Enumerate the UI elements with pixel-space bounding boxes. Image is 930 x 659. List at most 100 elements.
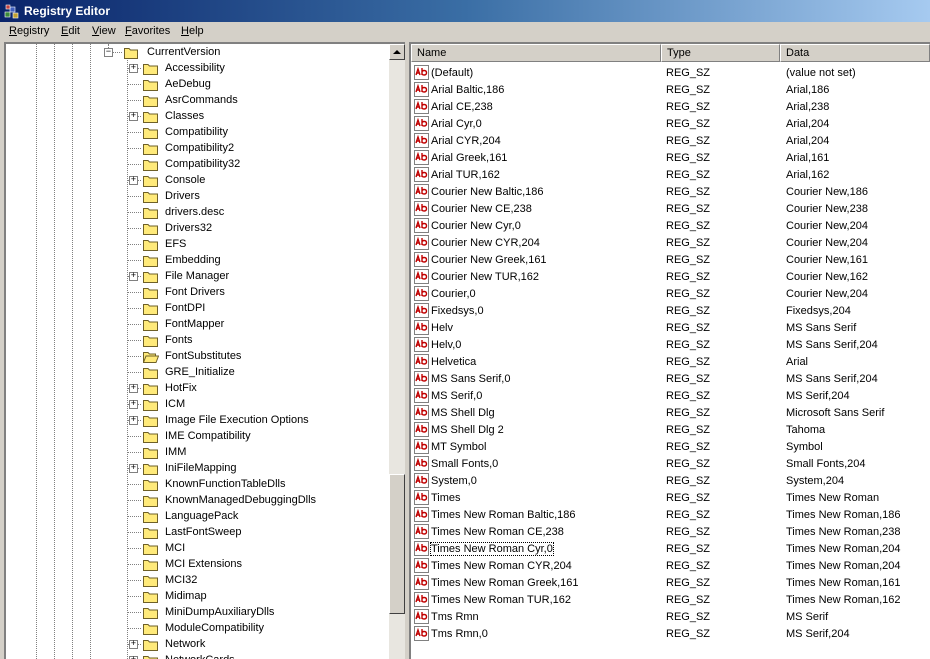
tree-item[interactable]: IMM	[6, 445, 389, 461]
values-list-pane[interactable]: Name Type Data (Default) REG_SZ (value not…	[409, 42, 930, 659]
value-row[interactable]: Small Fonts,0 REG_SZ Small Fonts,204	[411, 456, 930, 473]
tree-item[interactable]: MCI	[6, 541, 389, 557]
expand-icon[interactable]: +	[129, 416, 138, 425]
scroll-up-button[interactable]	[389, 44, 405, 60]
folder-icon	[143, 656, 158, 659]
tree-item[interactable]: Drivers32	[6, 221, 389, 237]
value-row[interactable]: Times New Roman Baltic,186 REG_SZ Times Ne…	[411, 507, 930, 524]
title-bar[interactable]: Registry Editor	[0, 0, 930, 22]
value-row[interactable]: Arial Cyr,0 REG_SZ Arial,204	[411, 116, 930, 133]
tree-item[interactable]: LanguagePack	[6, 509, 389, 525]
value-row[interactable]: (Default) REG_SZ (value not set)	[411, 65, 930, 82]
value-row[interactable]: MS Sans Serif,0 REG_SZ MS Sans Serif,204	[411, 371, 930, 388]
expand-icon[interactable]: +	[129, 64, 138, 73]
value-row[interactable]: Times New Roman CYR,204 REG_SZ Times New R…	[411, 558, 930, 575]
value-row[interactable]: MS Shell Dlg REG_SZ Microsoft Sans Serif	[411, 405, 930, 422]
menu-favorites[interactable]: Favorites	[125, 25, 170, 37]
tree-item[interactable]: Drivers	[6, 189, 389, 205]
tree-item[interactable]: Font Drivers	[6, 285, 389, 301]
value-row[interactable]: Arial CE,238 REG_SZ Arial,238	[411, 99, 930, 116]
value-row[interactable]: Courier New Greek,161 REG_SZ Courier New,1…	[411, 252, 930, 269]
value-row[interactable]: Courier New Cyr,0 REG_SZ Courier New,204	[411, 218, 930, 235]
value-row[interactable]: Arial Greek,161 REG_SZ Arial,161	[411, 150, 930, 167]
value-row[interactable]: Fixedsys,0 REG_SZ Fixedsys,204	[411, 303, 930, 320]
column-header-type[interactable]: Type	[661, 44, 780, 62]
folder-icon	[143, 544, 158, 555]
value-row[interactable]: Arial CYR,204 REG_SZ Arial,204	[411, 133, 930, 150]
value-row[interactable]: Times New Roman TUR,162 REG_SZ Times New R…	[411, 592, 930, 609]
tree-item[interactable]: +NetworkCards	[6, 653, 389, 659]
value-row[interactable]: MS Serif,0 REG_SZ MS Serif,204	[411, 388, 930, 405]
value-row[interactable]: Times New Roman Greek,161 REG_SZ Times New…	[411, 575, 930, 592]
tree-item[interactable]: FontMapper	[6, 317, 389, 333]
tree-item[interactable]: EFS	[6, 237, 389, 253]
tree-item[interactable]: KnownFunctionTableDlls	[6, 477, 389, 493]
expand-icon[interactable]: +	[129, 640, 138, 649]
value-row[interactable]: MT Symbol REG_SZ Symbol	[411, 439, 930, 456]
menu-registry[interactable]: Registry	[9, 25, 49, 37]
value-row[interactable]: System,0 REG_SZ System,204	[411, 473, 930, 490]
value-row[interactable]: Courier New Baltic,186 REG_SZ Courier New,…	[411, 184, 930, 201]
value-row[interactable]: Helv REG_SZ MS Sans Serif	[411, 320, 930, 337]
tree-item[interactable]: Midimap	[6, 589, 389, 605]
tree-item[interactable]: AsrCommands	[6, 93, 389, 109]
expand-icon[interactable]: +	[129, 400, 138, 409]
tree-item[interactable]: + IniFileMapping	[6, 461, 389, 477]
value-data-cell: MS Serif,204	[786, 390, 850, 402]
expand-icon[interactable]: +	[129, 384, 138, 393]
tree-item[interactable]: LastFontSweep	[6, 525, 389, 541]
value-row[interactable]: Courier,0 REG_SZ Courier New,204	[411, 286, 930, 303]
tree-item[interactable]: Fonts	[6, 333, 389, 349]
tree-item[interactable]: + File Manager	[6, 269, 389, 285]
value-row[interactable]: MS Shell Dlg 2 REG_SZ Tahoma	[411, 422, 930, 439]
value-row[interactable]: Courier New CYR,204 REG_SZ Courier New,204	[411, 235, 930, 252]
tree-item[interactable]: + Classes	[6, 109, 389, 125]
value-row[interactable]: Tms Rmn,0 REG_SZ MS Serif,204	[411, 626, 930, 643]
tree-item[interactable]: AeDebug	[6, 77, 389, 93]
tree-item[interactable]: + Console	[6, 173, 389, 189]
tree-item[interactable]: KnownManagedDebuggingDlls	[6, 493, 389, 509]
menu-help[interactable]: Help	[181, 25, 204, 37]
tree-item[interactable]: + Accessibility	[6, 61, 389, 77]
expand-icon[interactable]: +	[129, 176, 138, 185]
value-row[interactable]: Tms Rmn REG_SZ MS Serif	[411, 609, 930, 626]
tree-item[interactable]: + Network	[6, 637, 389, 653]
value-row[interactable]: Courier New CE,238 REG_SZ Courier New,238	[411, 201, 930, 218]
value-row[interactable]: Helv,0 REG_SZ MS Sans Serif,204	[411, 337, 930, 354]
tree-item[interactable]: MiniDumpAuxiliaryDlls	[6, 605, 389, 621]
tree-item[interactable]: Compatibility	[6, 125, 389, 141]
tree-item[interactable]: Embedding	[6, 253, 389, 269]
menu-edit[interactable]: Edit	[61, 25, 80, 37]
value-row[interactable]: Times New Roman Cyr,0 REG_SZ Times New Rom…	[411, 541, 930, 558]
scroll-thumb[interactable]	[389, 474, 405, 614]
tree-item[interactable]: + HotFix	[6, 381, 389, 397]
value-row[interactable]: Arial TUR,162 REG_SZ Arial,162	[411, 167, 930, 184]
tree-item[interactable]: IME Compatibility	[6, 429, 389, 445]
tree-item-currentversion[interactable]: − CurrentVersion	[6, 45, 389, 61]
collapse-icon[interactable]: −	[104, 48, 113, 57]
tree-item[interactable]: MCI Extensions	[6, 557, 389, 573]
value-row[interactable]: Arial Baltic,186 REG_SZ Arial,186	[411, 82, 930, 99]
value-row[interactable]: Times New Roman CE,238 REG_SZ Times New Ro…	[411, 524, 930, 541]
tree-item[interactable]: Compatibility32	[6, 157, 389, 173]
tree-item[interactable]: + Image File Execution Options	[6, 413, 389, 429]
tree-item[interactable]: ModuleCompatibility	[6, 621, 389, 637]
expand-icon[interactable]: +	[129, 464, 138, 473]
tree-item[interactable]: FontDPI	[6, 301, 389, 317]
value-row[interactable]: Times REG_SZ Times New Roman	[411, 490, 930, 507]
tree-item[interactable]: MCI32	[6, 573, 389, 589]
tree-item[interactable]: GRE_Initialize	[6, 365, 389, 381]
column-header-data[interactable]: Data	[780, 44, 930, 62]
key-tree-pane[interactable]: − CurrentVersion + Accessibility AeDebug As…	[4, 42, 405, 659]
expand-icon[interactable]: +	[129, 112, 138, 121]
menu-view[interactable]: View	[92, 25, 116, 37]
tree-item[interactable]: Compatibility2	[6, 141, 389, 157]
column-header-name[interactable]: Name	[411, 44, 661, 62]
tree-item[interactable]: + ICM	[6, 397, 389, 413]
tree-item[interactable]: FontSubstitutes	[6, 349, 389, 365]
value-row[interactable]: Courier New TUR,162 REG_SZ Courier New,162	[411, 269, 930, 286]
tree-item[interactable]: drivers.desc	[6, 205, 389, 221]
tree-vertical-scrollbar[interactable]	[389, 44, 405, 659]
value-row[interactable]: Helvetica REG_SZ Arial	[411, 354, 930, 371]
expand-icon[interactable]: +	[129, 272, 138, 281]
